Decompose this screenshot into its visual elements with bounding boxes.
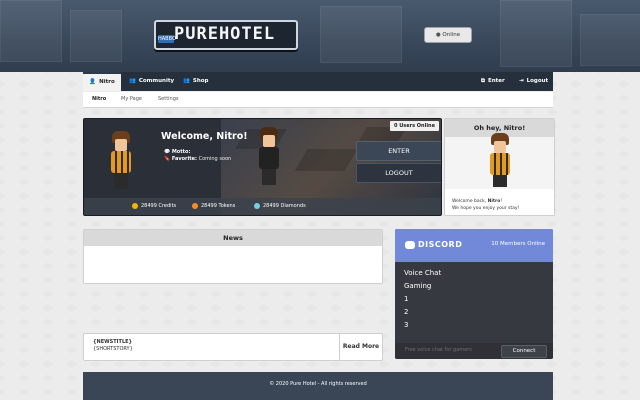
enter-hotel-button[interactable]: ENTER	[356, 141, 441, 161]
nav-item-shop[interactable]: 👥 Shop	[183, 72, 208, 91]
sub-nav: Nitro My Page Settings	[83, 92, 553, 108]
header-background	[500, 0, 572, 67]
site-logo[interactable]: HABBO PUREHOTEL	[154, 20, 298, 50]
news-item-title: {NEWSTITLE}	[93, 339, 133, 345]
discord-footer: Free voice chat for gamers Connect	[395, 343, 553, 359]
logo-text: PUREHOTEL	[174, 24, 276, 44]
online-dot-icon: ●	[435, 32, 441, 38]
read-more-button[interactable]: Read More	[339, 334, 382, 360]
bookmark-icon: 🔖	[164, 156, 171, 162]
subnav-my-page[interactable]: My Page	[121, 92, 142, 107]
greeting-room	[445, 133, 554, 189]
subnav-nitro[interactable]: Nitro	[92, 92, 106, 107]
greeting-text: Welcome back, Nitro! We hope you enjoy y…	[452, 199, 520, 211]
nav-item-community[interactable]: 👥 Community	[129, 72, 174, 91]
discord-free-text: Free voice chat for gamers	[405, 347, 472, 353]
header-background	[70, 10, 122, 62]
discord-header: DISCORD 10 Members Online	[395, 229, 553, 262]
enter-icon: ⧉	[481, 78, 485, 84]
discord-channel[interactable]: Voice Chat	[404, 269, 441, 277]
online-button[interactable]: ● Online	[424, 27, 472, 43]
currency-bar: 28499 Credits 28499 Tokens 28499 Diamond…	[84, 198, 441, 215]
tokens-stat: 28499 Tokens	[192, 198, 235, 215]
news-item: {NEWSTITLE} {SHORTSTORY} Read More	[83, 333, 383, 361]
discord-logo: DISCORD	[405, 240, 462, 249]
discord-members-count: 10 Members Online	[491, 241, 545, 247]
comment-icon: 💬	[164, 149, 171, 155]
profile-card: 0 Users Online Welcome, Nitro! 💬 Motto: …	[83, 118, 442, 216]
logout-icon: ⇥	[519, 78, 524, 84]
header-background	[580, 14, 640, 66]
discord-icon	[405, 240, 415, 249]
site-footer: © 2020 Pure Hotel - All rights reserved	[83, 372, 553, 400]
nav-item-enter[interactable]: ⧉ Enter	[481, 72, 505, 91]
motto-line: 💬 Motto:	[164, 149, 191, 155]
site-header: HABBO PUREHOTEL ● Online	[0, 0, 640, 72]
greeting-avatar	[485, 133, 515, 193]
credits-stat: 28499 Credits	[132, 198, 176, 215]
subnav-settings[interactable]: Settings	[158, 92, 179, 107]
greeting-card: Oh hey, Nitro! Welcome back, Nitro! We h…	[444, 118, 555, 216]
nav-item-nitro[interactable]: 👤 Nitro	[83, 72, 121, 91]
discord-channel[interactable]: 1	[404, 295, 408, 303]
credits-icon	[132, 202, 138, 209]
room-avatar	[254, 127, 284, 187]
diamonds-stat: 28499 Diamonds	[254, 198, 306, 215]
discord-widget: DISCORD 10 Members Online Voice Chat Gam…	[395, 229, 553, 359]
news-title: News	[84, 230, 382, 246]
discord-channel[interactable]: Gaming	[404, 282, 431, 290]
discord-channel[interactable]: 2	[404, 308, 408, 316]
news-panel: News	[83, 229, 383, 284]
news-item-story: {SHORTSTORY}	[93, 346, 133, 352]
user-icon: 👤	[89, 79, 97, 85]
discord-connect-button[interactable]: Connect	[501, 345, 547, 358]
users-icon: 👥	[129, 78, 136, 84]
logout-button[interactable]: LOGOUT	[356, 163, 441, 183]
tokens-icon	[192, 202, 198, 209]
logo-tag: HABBO	[158, 35, 176, 43]
header-background	[320, 6, 402, 63]
header-background	[0, 0, 62, 62]
welcome-title: Welcome, Nitro!	[161, 131, 248, 142]
discord-channel[interactable]: 3	[404, 321, 408, 329]
users-online-badge: 0 Users Online	[389, 121, 439, 131]
profile-avatar	[106, 131, 136, 191]
online-label: Online	[442, 32, 461, 38]
shop-icon: 👥	[183, 78, 190, 84]
diamonds-icon	[254, 202, 260, 209]
nav-item-logout[interactable]: ⇥ Logout	[519, 72, 548, 91]
main-nav: 👤 Nitro 👥 Community 👥 Shop ⧉ Enter ⇥ Logout	[83, 72, 553, 91]
favorite-line: 🔖 Favorite: Coming soon	[164, 156, 232, 162]
